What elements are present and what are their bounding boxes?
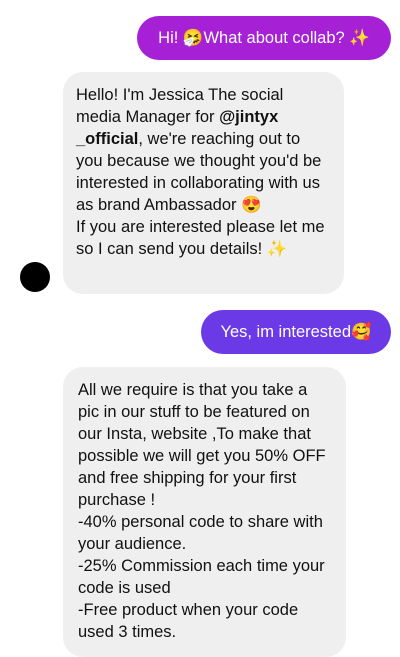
avatar[interactable] — [20, 262, 50, 292]
outgoing-message-bubble[interactable]: Yes, im interested🥰 — [201, 310, 391, 354]
outgoing-message-bubble[interactable]: Hi! 🤧What about collab? ✨ — [137, 16, 391, 60]
incoming-message-bubble[interactable]: All we require is that you take a pic in… — [63, 367, 346, 657]
message-text: Yes, im interested🥰 — [220, 323, 372, 341]
message-text: Hi! 🤧What about collab? ✨ — [158, 29, 370, 47]
message-thread: Hi! 🤧What about collab? ✨ Hello! I'm Jes… — [0, 0, 400, 657]
message-text: All we require is that you take a pic in… — [78, 381, 326, 641]
message-text: , we're reaching out to you because we t… — [76, 130, 325, 258]
incoming-message-bubble[interactable]: Hello! I'm Jessica The social media Mana… — [63, 72, 344, 294]
